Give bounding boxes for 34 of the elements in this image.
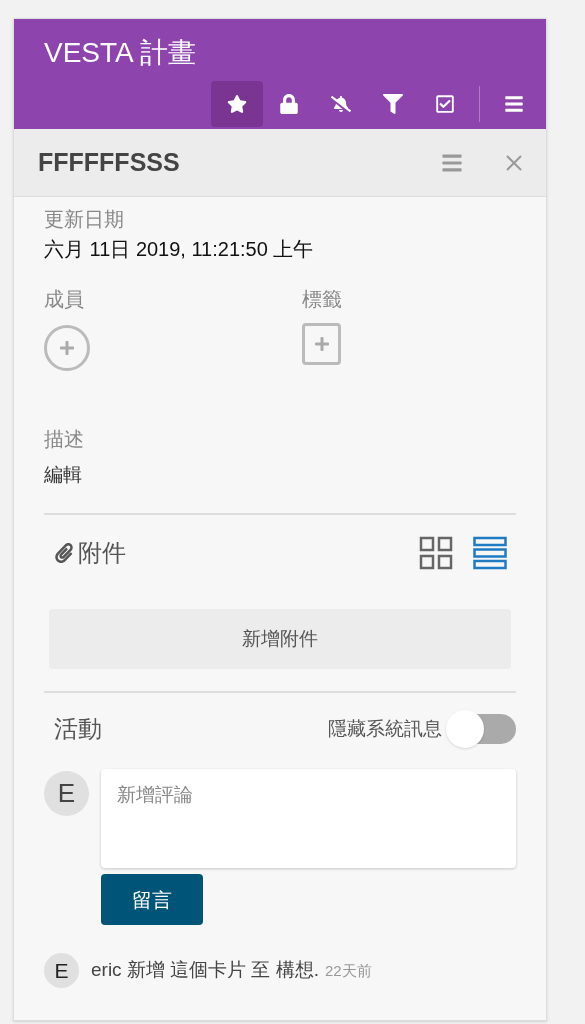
updated-date: 六月 11日 2019, 11:21:50 上午 — [44, 237, 314, 262]
toggle-label: 隱藏系統訊息 — [328, 716, 442, 741]
list-icon — [473, 536, 507, 570]
comment-field[interactable]: 新增評論 — [101, 769, 516, 868]
edit-link[interactable]: 編輯 — [44, 461, 82, 489]
hide-system-toggle[interactable] — [446, 711, 516, 747]
grid-view-button[interactable] — [418, 535, 454, 571]
list-view-button[interactable] — [472, 535, 508, 571]
section-title: 活動 — [54, 714, 102, 744]
avatar: E — [44, 953, 79, 988]
paperclip-icon — [54, 543, 74, 563]
grid-icon — [419, 536, 453, 570]
close-icon — [505, 153, 523, 172]
activity-time: 22天前 — [325, 961, 372, 982]
menu-icon — [504, 94, 524, 114]
bell-off-icon — [331, 94, 351, 114]
field-label: 標籤 — [302, 287, 342, 312]
field-label: 描述 — [44, 427, 84, 452]
checkbox-icon — [435, 94, 455, 114]
plus-icon — [313, 336, 330, 352]
section-title: 附件 — [78, 538, 126, 568]
card-title: FFFFFFSSS — [38, 146, 180, 178]
field-label: 更新日期 — [44, 207, 124, 232]
field-label: 成員 — [44, 287, 84, 312]
avatar: E — [44, 771, 89, 816]
plus-icon — [59, 340, 75, 356]
lock-icon — [279, 94, 299, 114]
activity-text: eric 新增 這個卡片 至 構想. — [91, 958, 319, 983]
filter-icon — [383, 94, 403, 114]
comment-submit-button[interactable]: 留言 — [101, 874, 203, 925]
star-icon — [227, 94, 247, 114]
star-button[interactable] — [211, 81, 263, 127]
board-title: VESTA 計畫 — [43, 36, 197, 70]
add-attachment-button[interactable]: 新增附件 — [49, 609, 511, 669]
